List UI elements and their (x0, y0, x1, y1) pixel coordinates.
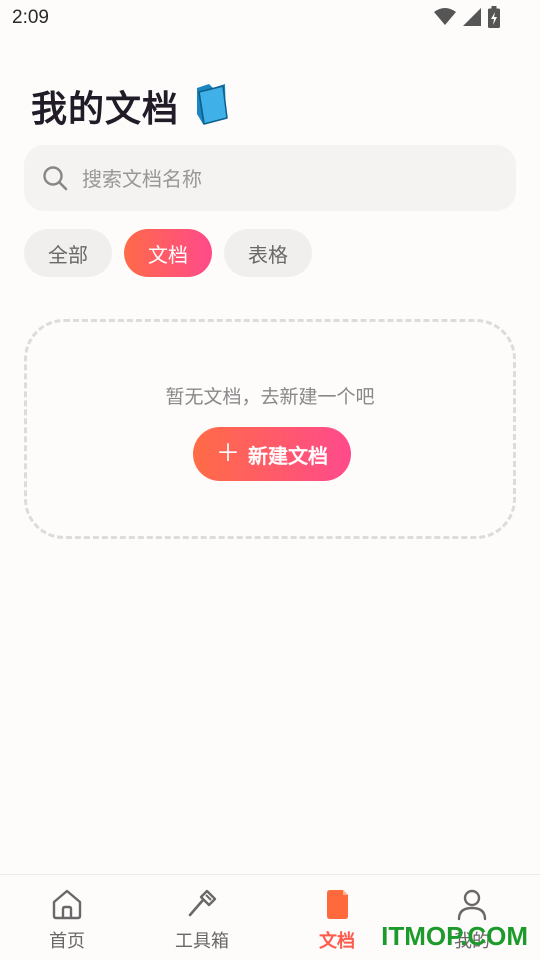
new-document-button[interactable]: ＋ 新建文档 (193, 427, 351, 481)
user-icon (455, 887, 489, 925)
page-title-text: 我的文档 (31, 89, 180, 130)
search-box[interactable] (24, 145, 516, 211)
watermark: ITMOP.COM (381, 921, 528, 951)
nav-item-home[interactable]: 首页 (12, 887, 122, 953)
document-icon (320, 887, 354, 925)
nav-item-tools[interactable]: 工具箱 (147, 887, 257, 953)
search-icon (42, 165, 68, 195)
home-icon (50, 887, 84, 925)
nav-label-documents: 文档 (319, 931, 355, 952)
nav-item-documents[interactable]: 文档 (282, 887, 392, 953)
new-document-label: 新建文档 (248, 445, 328, 468)
filter-chips: 全部 文档 表格 (24, 229, 312, 277)
filter-chip-all[interactable]: 全部 (24, 229, 112, 277)
nav-label-home: 首页 (49, 931, 85, 952)
signal-icon (462, 7, 482, 31)
empty-state: 暂无文档，去新建一个吧 ＋ 新建文档 (24, 319, 516, 539)
nav-label-tools: 工具箱 (175, 931, 229, 952)
tools-icon (185, 887, 219, 925)
empty-message: 暂无文档，去新建一个吧 (165, 386, 375, 408)
status-time: 2:09 (12, 7, 49, 28)
wifi-icon (434, 8, 456, 30)
status-icons (434, 6, 500, 32)
filter-chip-sheets[interactable]: 表格 (224, 229, 312, 277)
filter-chip-documents[interactable]: 文档 (124, 229, 212, 277)
folder-icon (193, 82, 229, 130)
battery-icon (488, 6, 500, 32)
status-bar: 2:09 (0, 0, 540, 36)
plus-icon: ＋ (216, 440, 240, 467)
search-input[interactable] (80, 155, 504, 203)
page-title: 我的文档 (31, 80, 229, 132)
